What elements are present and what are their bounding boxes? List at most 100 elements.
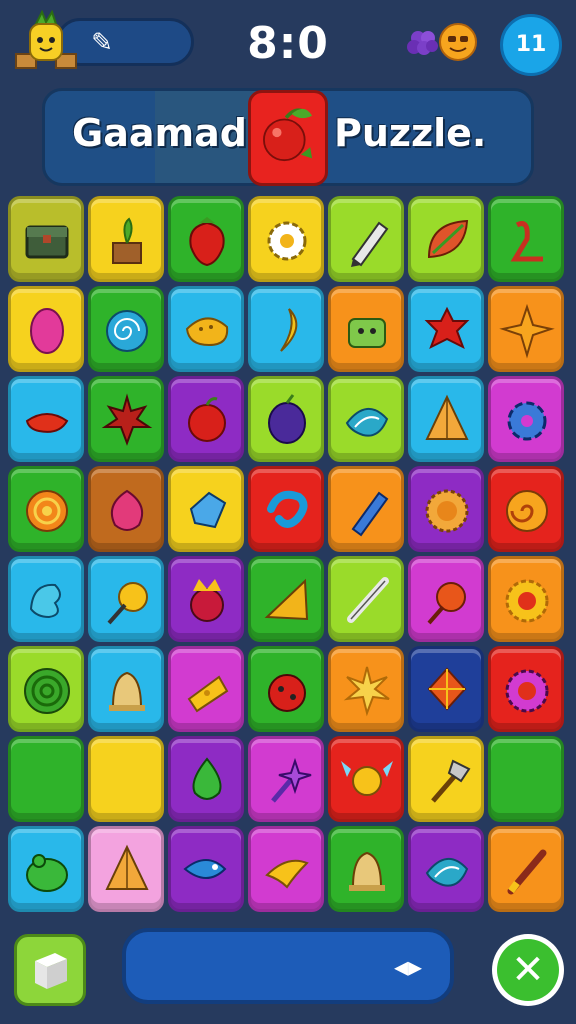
board-tile[interactable]: [408, 286, 484, 372]
board-tile[interactable]: [168, 286, 244, 372]
board-tile[interactable]: [248, 196, 324, 282]
board-tile[interactable]: [88, 556, 164, 642]
green-spiral-icon: [24, 668, 70, 714]
board-tile[interactable]: [408, 196, 484, 282]
board-tile[interactable]: [88, 646, 164, 732]
board-tile[interactable]: [248, 286, 324, 372]
board-tile[interactable]: [488, 646, 564, 732]
board-tile[interactable]: [408, 466, 484, 552]
orange-face-gem-icon: [439, 23, 477, 61]
board-tile[interactable]: [328, 286, 404, 372]
swirl-icon: [106, 310, 148, 352]
board-tile[interactable]: [488, 736, 564, 822]
board-tile[interactable]: [168, 466, 244, 552]
board-tile[interactable]: [88, 196, 164, 282]
board-tile[interactable]: [408, 736, 484, 822]
title-right: Puzzle.: [334, 111, 487, 155]
board-tile[interactable]: [88, 736, 164, 822]
board-tile[interactable]: [328, 196, 404, 282]
shell-icon: [345, 408, 389, 437]
board-tile[interactable]: [328, 376, 404, 462]
sunflower-icon: [505, 669, 549, 713]
board-tile[interactable]: [328, 826, 404, 912]
board-tile[interactable]: [168, 736, 244, 822]
board-tile[interactable]: [8, 286, 84, 372]
star-leaf-icon: [499, 303, 555, 359]
menu-button[interactable]: 11: [500, 14, 562, 76]
board-tile[interactable]: [168, 556, 244, 642]
banana-icon: [280, 308, 298, 352]
board-tile[interactable]: [248, 646, 324, 732]
board-tile[interactable]: [488, 286, 564, 372]
board-tile[interactable]: [8, 466, 84, 552]
board-tile[interactable]: [88, 826, 164, 912]
board-tile[interactable]: [408, 826, 484, 912]
board-tile[interactable]: [168, 646, 244, 732]
wave-icon: [267, 490, 308, 528]
apple-icon: [188, 397, 226, 442]
crystal-icon: [189, 491, 227, 529]
close-button[interactable]: ✕: [492, 934, 564, 1006]
leaf-icon: [427, 219, 469, 259]
board-tile[interactable]: [488, 196, 564, 282]
action-bar[interactable]: ◂▸: [122, 928, 454, 1004]
starburst-icon: [343, 666, 390, 717]
crown-creature-icon: [190, 579, 224, 622]
board-tile[interactable]: [408, 556, 484, 642]
lemon-icon: [30, 308, 64, 354]
board-tile[interactable]: [88, 286, 164, 372]
board-tile[interactable]: [408, 646, 484, 732]
frog-icon: [26, 854, 68, 892]
board-tile[interactable]: [488, 376, 564, 462]
game-board: [8, 196, 568, 916]
board-tile[interactable]: [248, 466, 324, 552]
board-tile[interactable]: [328, 736, 404, 822]
board-tile[interactable]: [8, 196, 84, 282]
cube-button[interactable]: [14, 934, 86, 1006]
board-tile[interactable]: [328, 466, 404, 552]
board-tile[interactable]: [8, 826, 84, 912]
cube-icon: [35, 953, 67, 989]
swirl-cookie-icon: [506, 490, 548, 532]
top-bar: ✎ 8:0 11: [0, 0, 576, 90]
board-tile[interactable]: [488, 466, 564, 552]
grape-gem-icon: [407, 31, 438, 55]
board-tile[interactable]: [168, 826, 244, 912]
plum-icon: [268, 394, 306, 444]
board-tile[interactable]: [168, 376, 244, 462]
bread-icon: [185, 317, 229, 347]
board-tile[interactable]: [248, 556, 324, 642]
board-tile[interactable]: [168, 196, 244, 282]
strawberry-icon: [189, 217, 225, 267]
board-tile[interactable]: [8, 736, 84, 822]
pencil-icon: [351, 221, 389, 267]
board-tile[interactable]: [88, 466, 164, 552]
board-tile[interactable]: [488, 556, 564, 642]
board-tile[interactable]: [248, 826, 324, 912]
board-tile[interactable]: [8, 556, 84, 642]
sun-cookie-icon: [425, 489, 469, 533]
board-tile[interactable]: [248, 736, 324, 822]
berry-icon: [111, 489, 143, 531]
bell-icon: [109, 671, 145, 711]
drop-icon: [192, 757, 222, 800]
banner-apple-badge: [248, 90, 328, 186]
board-tile[interactable]: [488, 826, 564, 912]
board-tile[interactable]: [8, 646, 84, 732]
orange-wand-icon: [427, 582, 466, 625]
board-tile[interactable]: [248, 376, 324, 462]
quill-icon: [347, 577, 389, 623]
spiky-berry-icon: [424, 306, 470, 350]
pineapple-mascot-icon: [15, 10, 77, 69]
chili-icon: [25, 413, 69, 433]
board-tile[interactable]: [328, 646, 404, 732]
ladybug-icon: [268, 674, 306, 712]
board-tile[interactable]: [328, 556, 404, 642]
board-tile[interactable]: [8, 376, 84, 462]
board-tile[interactable]: [88, 376, 164, 462]
maple-leaf-icon: [101, 393, 153, 446]
robot-icon: [348, 318, 386, 348]
apple-icon: [263, 108, 313, 162]
board-tile[interactable]: [408, 376, 484, 462]
treasure-chest-icon: [25, 225, 69, 259]
